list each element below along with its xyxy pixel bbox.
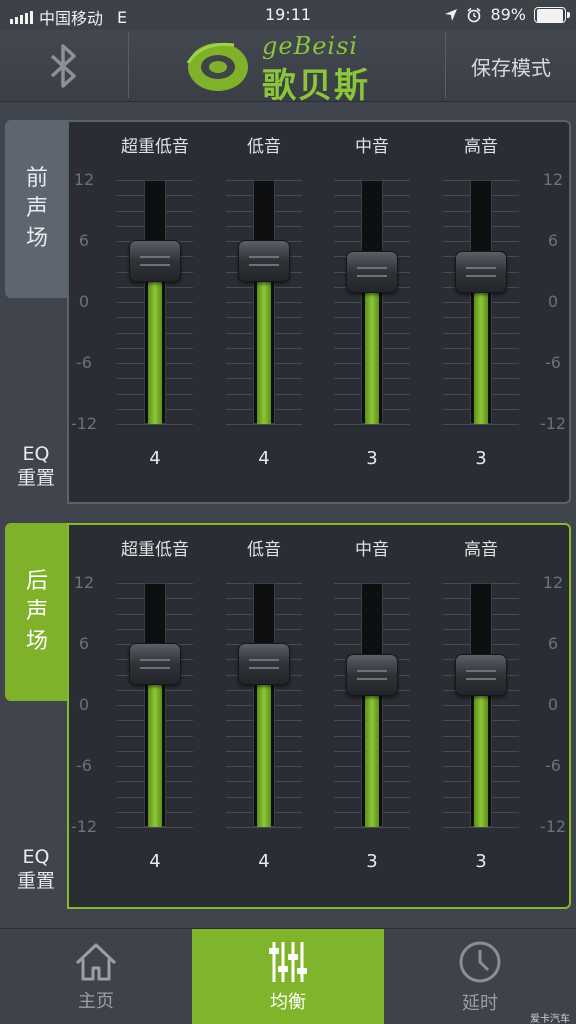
band-label: 高音 [464,540,498,560]
band-value: 4 [258,448,270,469]
eq-reset-label: 重置 [16,870,55,892]
slider-fill [257,664,271,827]
slider-fill [148,664,162,827]
scale-label: 12 [542,170,564,189]
tab-delay-label: 延时 [462,993,498,1014]
band-value: 4 [258,851,270,872]
slider-fill [257,261,271,424]
slider-knob[interactable] [346,250,398,293]
tick-line [226,827,302,828]
watermark-text: 爱卡汽车 [530,1014,570,1024]
band-label: 中音 [355,137,389,157]
band-value: 3 [366,448,378,469]
tab-char: 前 [25,166,48,191]
tab-home[interactable]: 主页 [0,929,192,1024]
status-bar: 中国移动 E 19:11 89% [0,0,576,30]
scale-label: -6 [545,353,561,372]
band-label: 超重低音 [121,137,189,157]
band-value: 3 [366,851,378,872]
band-label: 中音 [355,540,389,560]
alarm-icon [467,7,481,22]
band-label: 高音 [464,137,498,157]
scale-label: 6 [547,231,559,250]
scale-label: 6 [547,634,559,653]
scale-label: 6 [78,231,90,250]
eq-reset-label: EQ [22,846,50,868]
scale-label: 12 [73,573,95,592]
front-eq-panel [67,120,571,504]
tab-equalizer[interactable]: 均衡 [192,929,384,1024]
battery-percent: 89% [490,5,526,24]
slider-knob[interactable] [238,240,290,283]
band-label: 超重低音 [121,540,189,560]
scale-label: -6 [76,756,92,775]
tab-char: 后 [25,569,48,594]
slider-knob[interactable] [238,643,290,686]
scale-label: -12 [70,414,98,433]
scale-label: 12 [73,170,95,189]
slider-knob[interactable] [455,653,507,696]
band-value: 3 [475,448,487,469]
tick-line [117,827,193,828]
slider-fill [148,261,162,424]
tick-line [334,827,410,828]
slider-fill [365,674,379,827]
eq-reset-label: 重置 [16,467,55,489]
slider-knob[interactable] [346,653,398,696]
clock-icon [459,941,501,983]
brand-text-cn: 歌贝斯 [262,66,370,106]
slider-fill [474,271,488,424]
scale-label: -12 [539,414,567,433]
bluetooth-icon [50,44,76,88]
scale-label: 0 [547,695,559,714]
scale-label: -12 [70,817,98,836]
save-mode-button[interactable]: 保存模式 [446,30,576,102]
band-label: 低音 [247,137,281,157]
brand-text-en: geBeisi [262,32,359,60]
eq-reset-label: EQ [22,443,50,465]
scale-label: 0 [547,292,559,311]
slider-knob[interactable] [129,643,181,686]
tab-char: 声 [25,196,48,221]
app-header: geBeisi 歌贝斯 保存模式 [0,30,576,106]
home-icon [75,943,117,981]
equalizer-icon [269,942,307,982]
scale-label: 0 [78,695,90,714]
band-value: 4 [149,851,161,872]
scale-label: 0 [78,292,90,311]
band-label: 低音 [247,540,281,560]
slider-fill [474,674,488,827]
scale-label: -6 [545,756,561,775]
tab-char: 场 [25,226,48,251]
band-value: 4 [149,448,161,469]
slider-knob[interactable] [455,250,507,293]
location-icon [445,8,458,21]
eq-reset-button[interactable]: EQ 重置 [8,845,64,893]
tab-home-label: 主页 [78,991,114,1012]
slider-fill [365,271,379,424]
tick-line [443,827,519,828]
eq-reset-button[interactable]: EQ 重置 [8,442,64,490]
status-right: 89% [444,5,570,24]
header-divider [128,32,129,98]
tab-char: 声 [25,599,48,624]
bottom-tab-bar: 主页 均衡 延时 [0,928,576,1024]
scale-label: -6 [76,353,92,372]
tick-line [334,424,410,425]
battery-icon [534,6,570,23]
bluetooth-button[interactable] [0,30,128,102]
tab-equalizer-label: 均衡 [270,992,306,1013]
tab-char: 场 [25,629,48,654]
scale-label: 6 [78,634,90,653]
tick-line [443,424,519,425]
tick-line [226,424,302,425]
tab-front-soundstage[interactable]: 前 声 场 [5,120,69,298]
scale-label: 12 [542,573,564,592]
tick-line [117,424,193,425]
tab-rear-soundstage[interactable]: 后 声 场 [5,523,69,701]
band-value: 3 [475,851,487,872]
scale-label: -12 [539,817,567,836]
slider-knob[interactable] [129,240,181,283]
